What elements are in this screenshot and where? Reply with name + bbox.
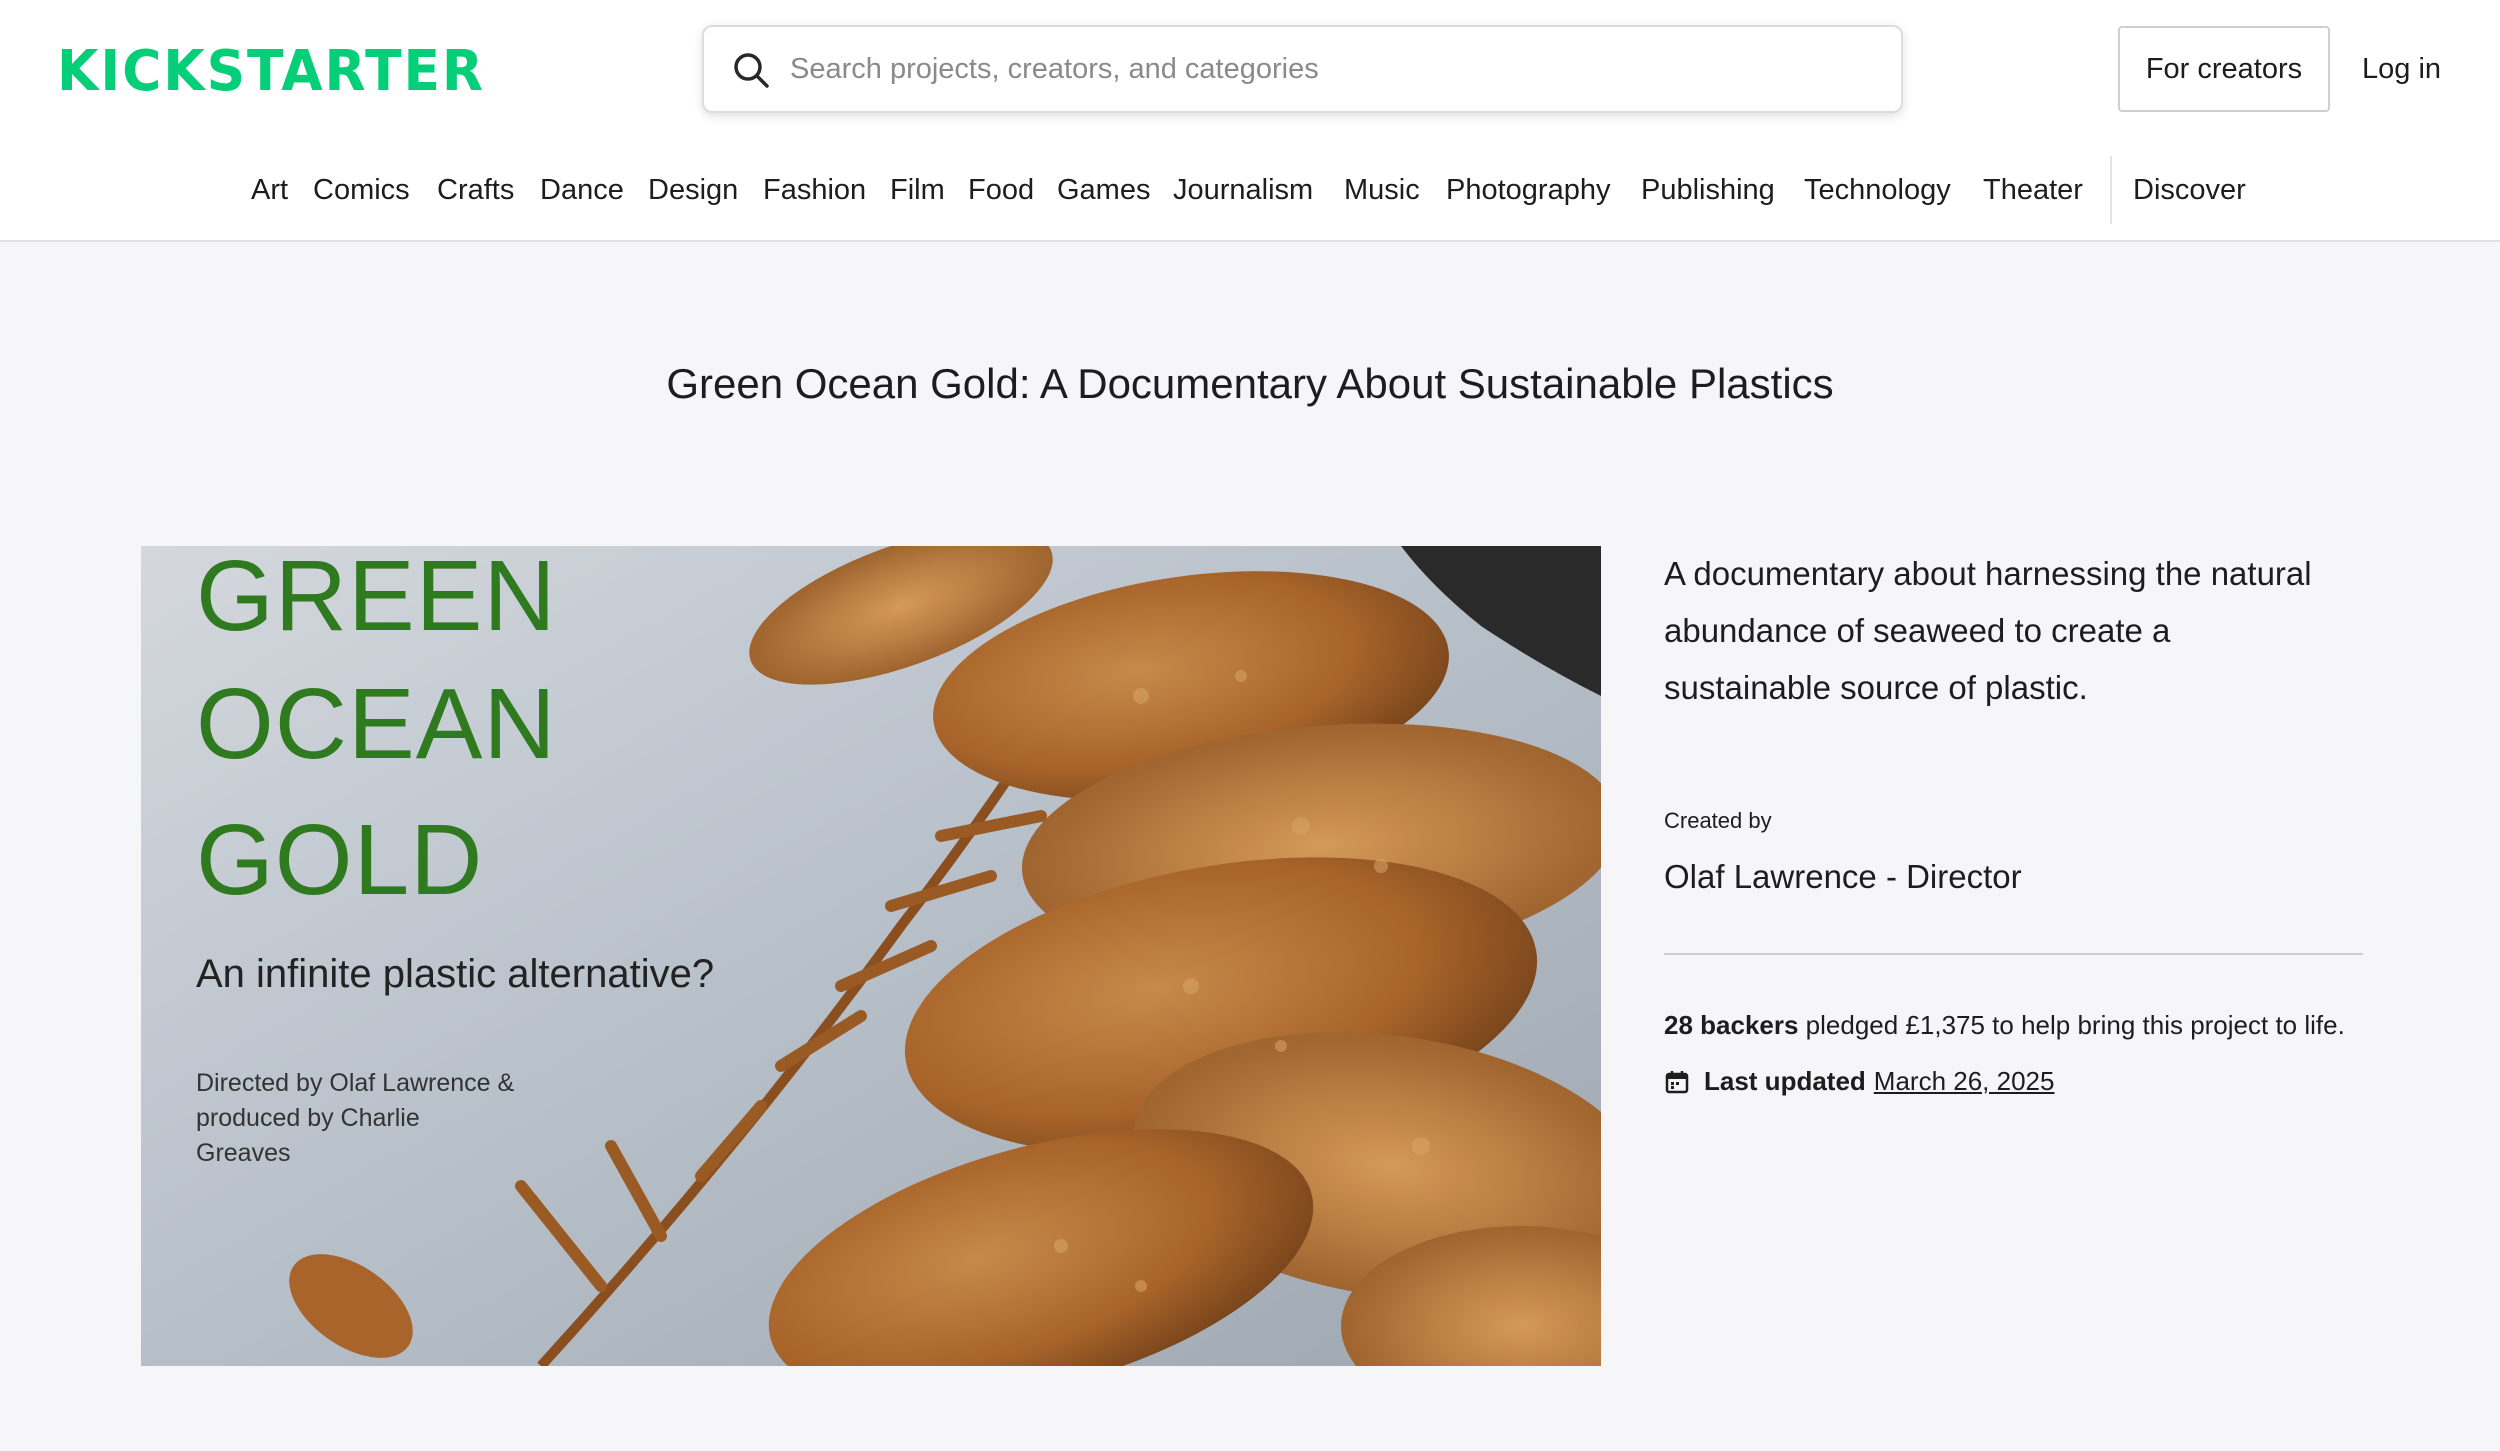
search-bar[interactable] xyxy=(702,25,1903,113)
for-creators-button[interactable]: For creators xyxy=(2118,26,2330,112)
backers-pledge-summary: 28 backers pledged £1,375 to help bring … xyxy=(1664,1010,2345,1041)
svg-text:KICKSTARTER: KICKSTARTER xyxy=(57,42,485,98)
nav-category-art[interactable]: Art xyxy=(251,150,288,230)
search-input[interactable] xyxy=(790,27,1880,111)
hero-subtitle: An infinite plastic alternative? xyxy=(196,952,715,996)
site-header: KICKSTARTER For creators Log in Art Comi… xyxy=(0,0,2500,242)
nav-divider xyxy=(2110,156,2112,224)
nav-category-crafts[interactable]: Crafts xyxy=(437,150,514,230)
section-divider xyxy=(1664,953,2363,955)
category-nav: Art Comics Crafts Dance Design Fashion F… xyxy=(0,150,2500,230)
nav-category-music[interactable]: Music xyxy=(1344,150,1420,230)
nav-discover[interactable]: Discover xyxy=(2133,150,2246,230)
nav-category-journalism[interactable]: Journalism xyxy=(1173,150,1313,230)
nav-category-publishing[interactable]: Publishing xyxy=(1641,150,1775,230)
last-updated-label: Last updated xyxy=(1704,1066,1866,1096)
nav-category-technology[interactable]: Technology xyxy=(1804,150,1951,230)
project-title: Green Ocean Gold: A Documentary About Su… xyxy=(666,360,1834,407)
nav-category-food[interactable]: Food xyxy=(968,150,1034,230)
nav-category-dance[interactable]: Dance xyxy=(540,150,624,230)
nav-category-comics[interactable]: Comics xyxy=(313,150,410,230)
project-hero-image[interactable]: GREEN OCEAN GOLD An infinite plastic alt… xyxy=(141,546,1601,1366)
hero-credit: Directed by Olaf Lawrence & produced by … xyxy=(196,1069,515,1167)
creator-name[interactable]: Olaf Lawrence - Director xyxy=(1664,858,2022,896)
last-updated-date-link[interactable]: March 26, 2025 xyxy=(1874,1066,2055,1097)
pledge-text: pledged £1,375 to help bring this projec… xyxy=(1798,1010,2345,1040)
hero-title-line-1: GREEN xyxy=(196,546,557,652)
created-by-label: Created by xyxy=(1664,808,1772,833)
kickstarter-logo[interactable]: KICKSTARTER xyxy=(57,42,487,98)
last-updated: Last updated March 26, 2025 xyxy=(1664,1066,2054,1097)
search-icon xyxy=(734,53,769,88)
login-link[interactable]: Log in xyxy=(2362,26,2441,112)
backers-count: 28 backers xyxy=(1664,1010,1799,1040)
nav-category-design[interactable]: Design xyxy=(648,150,738,230)
calendar-icon xyxy=(1665,1070,1689,1093)
hero-title-line-2: OCEAN xyxy=(196,668,557,780)
nav-category-photography[interactable]: Photography xyxy=(1446,150,1610,230)
nav-category-theater[interactable]: Theater xyxy=(1983,150,2083,230)
nav-category-fashion[interactable]: Fashion xyxy=(763,150,866,230)
project-blurb: A documentary about harnessing the natur… xyxy=(1664,555,2312,706)
nav-category-film[interactable]: Film xyxy=(890,150,945,230)
nav-category-games[interactable]: Games xyxy=(1057,150,1150,230)
hero-title-line-3: GOLD xyxy=(196,804,484,916)
